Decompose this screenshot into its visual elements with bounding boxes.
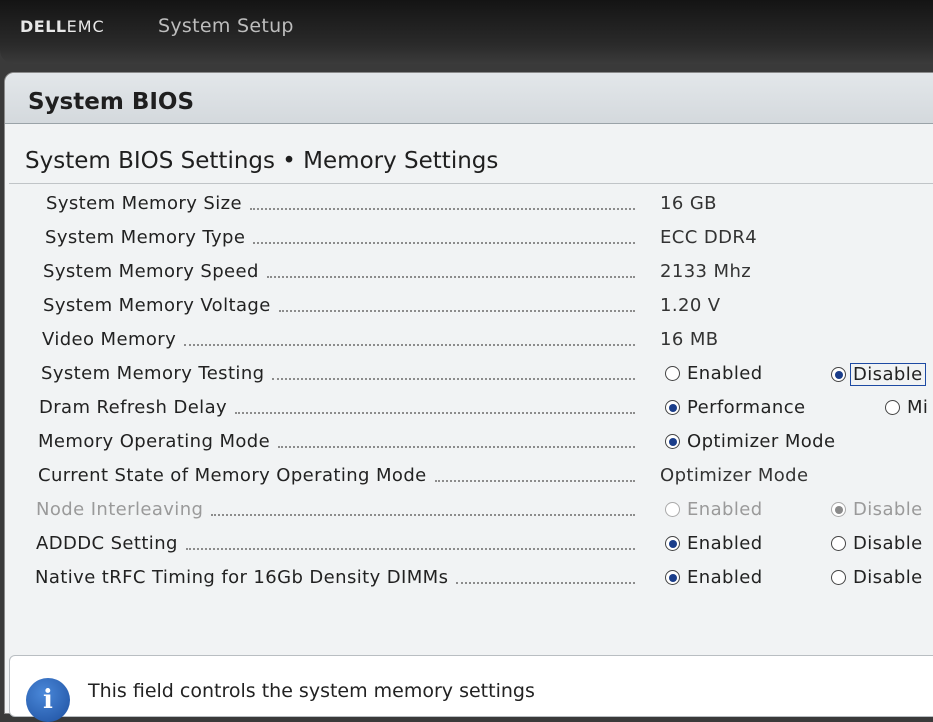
setting-row[interactable]: System Memory Speed 2133 Mhz bbox=[5, 255, 933, 289]
top-header-bar: DELLEMC System Setup bbox=[0, 0, 933, 64]
radio-unselected-icon[interactable] bbox=[831, 570, 846, 585]
radio-unselected-icon[interactable] bbox=[665, 366, 680, 381]
dotted-leader bbox=[272, 378, 635, 380]
radio-option-label: Performance bbox=[687, 397, 806, 418]
radio-option-label: Enabled bbox=[687, 567, 763, 588]
setting-value: 2133 Mhz bbox=[660, 261, 752, 282]
radio-option: Disable bbox=[831, 499, 923, 520]
setting-row[interactable]: Video Memory 16 MB bbox=[5, 323, 933, 357]
radio-selected-icon[interactable] bbox=[831, 367, 846, 382]
dotted-leader bbox=[211, 514, 635, 516]
dotted-leader bbox=[279, 310, 635, 312]
radio-option[interactable]: Performance bbox=[665, 397, 805, 418]
radio-unselected-icon bbox=[665, 502, 680, 517]
dotted-leader bbox=[278, 446, 635, 448]
info-icon: i bbox=[26, 678, 70, 722]
help-text: This field controls the system memory se… bbox=[88, 680, 535, 702]
dotted-leader bbox=[456, 582, 635, 584]
radio-option[interactable]: Enabled bbox=[665, 363, 763, 384]
radio-option-label: Disable bbox=[853, 567, 923, 588]
setting-row[interactable]: Native tRFC Timing for 16Gb Density DIMM… bbox=[5, 561, 933, 595]
page-title: System BIOS bbox=[28, 89, 195, 115]
dell-emc-logo: DELLEMC bbox=[20, 17, 105, 36]
dotted-leader bbox=[253, 242, 635, 244]
radio-unselected-icon[interactable] bbox=[831, 536, 846, 551]
dotted-leader bbox=[186, 548, 635, 550]
radio-option-label: Disable bbox=[853, 533, 923, 554]
radio-option-label: Enabled bbox=[687, 499, 763, 520]
setting-value: 16 GB bbox=[660, 193, 717, 214]
setting-row[interactable]: System Memory Voltage 1.20 V bbox=[5, 289, 933, 323]
radio-option[interactable]: Enabled bbox=[665, 533, 763, 554]
radio-selected-icon bbox=[831, 502, 846, 517]
section-divider bbox=[9, 183, 933, 184]
radio-option[interactable]: Mi bbox=[885, 397, 928, 418]
setting-label: Native tRFC Timing for 16Gb Density DIMM… bbox=[35, 567, 449, 588]
setting-row[interactable]: Memory Operating Mode Optimizer Mode bbox=[5, 425, 933, 459]
setting-row[interactable]: Current State of Memory Operating Mode Op… bbox=[5, 459, 933, 493]
system-bios-panel: System BIOS System BIOS Settings • Memor… bbox=[4, 72, 933, 714]
radio-option[interactable]: Disable bbox=[831, 567, 923, 588]
setting-row: Node Interleaving Enabled Disable bbox=[5, 493, 933, 527]
dotted-leader bbox=[267, 276, 635, 278]
setting-label: Current State of Memory Operating Mode bbox=[38, 465, 427, 486]
radio-selected-icon[interactable] bbox=[665, 400, 680, 415]
setting-label: Node Interleaving bbox=[36, 499, 204, 520]
section-title: System BIOS Settings • Memory Settings bbox=[25, 148, 499, 174]
radio-option: Enabled bbox=[665, 499, 763, 520]
setting-label: System Memory Testing bbox=[41, 363, 265, 384]
setting-label: ADDDC Setting bbox=[36, 533, 178, 554]
setting-label: System Memory Voltage bbox=[43, 295, 271, 316]
radio-selected-icon[interactable] bbox=[665, 570, 680, 585]
setting-label: System Memory Speed bbox=[43, 261, 259, 282]
settings-list: System Memory Size 16 GB System Memory Typ… bbox=[5, 187, 933, 595]
radio-selected-icon[interactable] bbox=[665, 434, 680, 449]
radio-option-label: Disable bbox=[850, 363, 926, 386]
radio-option-label: Mi bbox=[907, 397, 929, 418]
help-box: i This field controls the system memory … bbox=[9, 655, 933, 722]
setting-value: ECC DDR4 bbox=[660, 227, 758, 248]
dotted-leader bbox=[235, 412, 635, 414]
radio-option[interactable]: Enabled bbox=[665, 567, 763, 588]
setting-label: System Memory Size bbox=[46, 193, 242, 214]
setting-row[interactable]: System Memory Type ECC DDR4 bbox=[5, 221, 933, 255]
setting-row[interactable]: System Memory Size 16 GB bbox=[5, 187, 933, 221]
setting-value: 16 MB bbox=[660, 329, 719, 350]
setting-value: 1.20 V bbox=[660, 295, 721, 316]
setting-label: Memory Operating Mode bbox=[38, 431, 271, 452]
setting-row[interactable]: ADDDC Setting Enabled Disable bbox=[5, 527, 933, 561]
radio-option-label: Optimizer Mode bbox=[687, 431, 836, 452]
radio-option[interactable]: Optimizer Mode bbox=[665, 431, 835, 452]
radio-option[interactable]: Disable bbox=[831, 363, 926, 386]
radio-unselected-icon[interactable] bbox=[885, 400, 900, 415]
radio-option[interactable]: Disable bbox=[831, 533, 923, 554]
setting-label: Video Memory bbox=[42, 329, 177, 350]
radio-option-label: Enabled bbox=[687, 363, 763, 384]
dotted-leader bbox=[435, 480, 635, 482]
setting-value: Optimizer Mode bbox=[660, 465, 809, 486]
dotted-leader bbox=[184, 344, 635, 346]
app-title: System Setup bbox=[158, 15, 294, 37]
setting-label: System Memory Type bbox=[45, 227, 246, 248]
setting-row[interactable]: Dram Refresh Delay Performance Mi bbox=[5, 391, 933, 425]
setting-row[interactable]: System Memory Testing Enabled Disable bbox=[5, 357, 933, 391]
radio-option-label: Enabled bbox=[687, 533, 763, 554]
panel-header: System BIOS bbox=[5, 73, 933, 124]
setting-label: Dram Refresh Delay bbox=[39, 397, 228, 418]
radio-selected-icon[interactable] bbox=[665, 536, 680, 551]
radio-option-label: Disable bbox=[853, 499, 923, 520]
dotted-leader bbox=[250, 208, 635, 210]
